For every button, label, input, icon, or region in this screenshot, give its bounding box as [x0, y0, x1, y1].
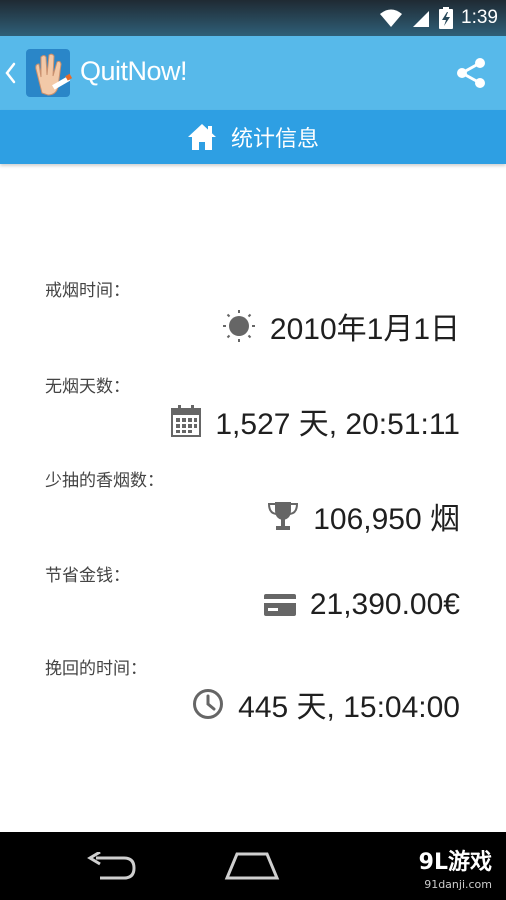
app-title-part2: Now!: [127, 56, 188, 86]
wifi-icon: [380, 9, 403, 27]
time-regained-value-row: 445 天, 15:04:00: [192, 682, 460, 726]
status-icons: 1:39: [379, 0, 498, 36]
signal-icon: [413, 11, 430, 27]
navigation-bar: 9L游戏 91danji.com: [0, 832, 506, 900]
credit-card-icon: [263, 594, 296, 616]
money-saved-value: 21,390.00€: [309, 588, 460, 621]
quit-date-label: 戒烟时间：: [45, 281, 130, 301]
app-title: QuitNow!: [80, 56, 188, 87]
smoke-free-days-value: 1,527 天, 20:51:11: [215, 408, 460, 441]
watermark-main: 9L游戏: [418, 850, 492, 875]
cigarettes-not-smoked-label: 少抽的香烟数：: [45, 471, 164, 491]
app-title-part1: Quit: [80, 56, 128, 86]
sun-icon: [222, 310, 255, 342]
time-regained-value: 445 天, 15:04:00: [238, 691, 460, 724]
money-saved-value-row: 21,390.00€: [263, 588, 460, 622]
section-title: 统计信息: [230, 127, 319, 152]
cigarettes-not-smoked-value: 106,950 烟: [313, 503, 460, 536]
share-icon[interactable]: [454, 56, 488, 90]
nav-back-icon[interactable]: [86, 852, 138, 880]
clock-icon: [193, 689, 224, 719]
time-regained-label: 挽回的时间：: [45, 659, 147, 679]
nav-home-icon[interactable]: [224, 850, 280, 880]
status-time: 1:39: [461, 7, 498, 28]
battery-charging-icon: [439, 7, 454, 29]
watermark-sub: 91danji.com: [424, 878, 492, 891]
smoke-free-days-value-row: 1,527 天, 20:51:11: [171, 399, 460, 443]
section-header: 统计信息: [0, 110, 506, 164]
cigarettes-not-smoked-value-row: 106,950 烟: [267, 494, 460, 538]
trophy-icon: [268, 502, 299, 530]
money-saved-label: 节省金钱：: [45, 566, 130, 586]
app-bar: QuitNow!: [0, 36, 506, 110]
home-icon: [187, 124, 216, 150]
watermark: 9L游戏 91danji.com: [419, 844, 492, 891]
stats-content: 戒烟时间： 2010年1月1日 无烟天数： 1,527 天, 20:51:11 …: [0, 164, 506, 832]
quit-date-value: 2010年1月1日: [269, 313, 460, 346]
app-logo-icon[interactable]: [22, 47, 74, 99]
calendar-icon: [171, 405, 202, 437]
quit-date-value-row: 2010年1月1日: [222, 304, 460, 348]
status-bar: 1:39: [0, 0, 506, 36]
back-chevron-icon[interactable]: [4, 62, 16, 84]
smoke-free-days-label: 无烟天数：: [45, 377, 130, 397]
